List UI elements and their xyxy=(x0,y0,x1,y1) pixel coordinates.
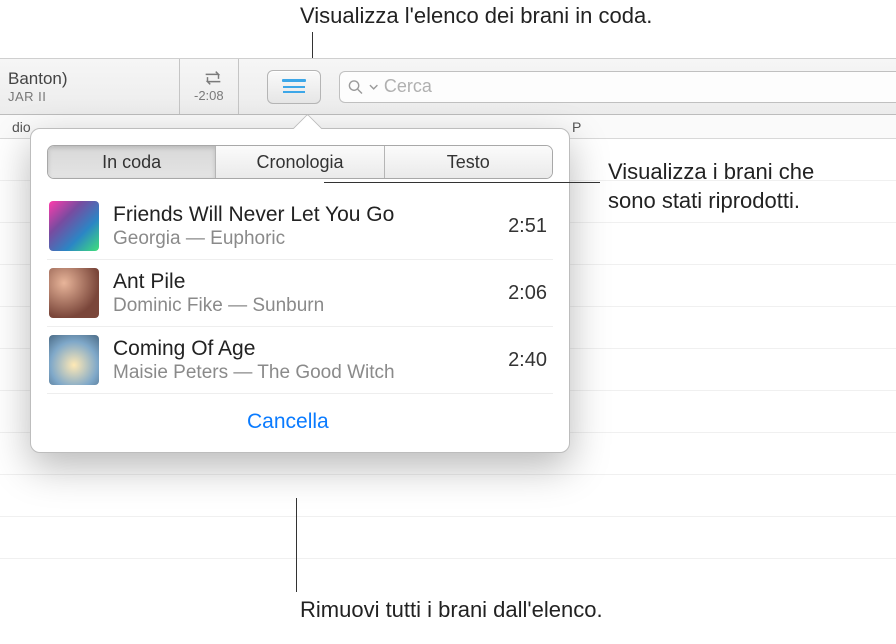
callout-leader xyxy=(324,182,600,183)
queue-item[interactable]: Friends Will Never Let You Go Georgia — … xyxy=(47,193,553,260)
queue-item[interactable]: Coming Of Age Maisie Peters — The Good W… xyxy=(47,327,553,394)
search-field-wrap[interactable] xyxy=(339,71,896,103)
track-subtitle: Maisie Peters — The Good Witch xyxy=(113,361,494,385)
search-input[interactable] xyxy=(384,76,888,97)
track-meta: Friends Will Never Let You Go Georgia — … xyxy=(113,202,494,251)
callout-line: sono stati riprodotti. xyxy=(608,187,896,216)
segmented-control: In coda Cronologia Testo xyxy=(47,145,553,179)
list-row xyxy=(0,475,896,517)
list-col: dio xyxy=(4,119,34,135)
callout-history: Visualizza i brani che sono stati riprod… xyxy=(608,158,896,215)
search-icon xyxy=(348,79,363,95)
track-title: Ant Pile xyxy=(113,269,494,294)
time-remaining: -2:08 xyxy=(194,88,224,103)
repeat-icon xyxy=(202,70,224,86)
track-duration: 2:06 xyxy=(508,282,551,305)
track-duration: 2:51 xyxy=(508,215,551,238)
track-title: Friends Will Never Let You Go xyxy=(113,202,494,227)
tab-queue[interactable]: In coda xyxy=(48,146,216,178)
clear-queue-link[interactable]: Cancella xyxy=(247,410,553,434)
album-art xyxy=(49,201,99,251)
now-playing-album: JAR II xyxy=(8,89,169,105)
tab-history[interactable]: Cronologia xyxy=(216,146,384,178)
tab-lyrics[interactable]: Testo xyxy=(385,146,552,178)
now-playing-track: Banton) xyxy=(8,68,169,89)
list-row xyxy=(0,517,896,559)
chevron-down-icon xyxy=(369,82,378,92)
now-playing[interactable]: Banton) JAR II xyxy=(0,59,180,114)
queue-list: Friends Will Never Let You Go Georgia — … xyxy=(47,193,553,394)
repeat-control[interactable]: -2:08 xyxy=(180,59,239,114)
track-subtitle: Dominic Fike — Sunburn xyxy=(113,294,494,318)
album-art xyxy=(49,268,99,318)
callout-line: Visualizza i brani che xyxy=(608,158,896,187)
track-meta: Coming Of Age Maisie Peters — The Good W… xyxy=(113,336,494,385)
queue-popover: In coda Cronologia Testo Friends Will Ne… xyxy=(30,128,570,453)
track-duration: 2:40 xyxy=(508,349,551,372)
track-meta: Ant Pile Dominic Fike — Sunburn xyxy=(113,269,494,318)
callout-leader xyxy=(296,498,297,592)
callout-clear: Rimuovi tutti i brani dall'elenco. xyxy=(300,596,603,625)
callout-queue: Visualizza l'elenco dei brani in coda. xyxy=(300,2,652,31)
toolbar: Banton) JAR II -2:08 xyxy=(0,58,896,115)
album-art xyxy=(49,335,99,385)
track-subtitle: Georgia — Euphoric xyxy=(113,227,494,251)
queue-list-icon xyxy=(281,78,307,96)
queue-item[interactable]: Ant Pile Dominic Fike — Sunburn 2:06 xyxy=(47,260,553,327)
track-title: Coming Of Age xyxy=(113,336,494,361)
queue-button[interactable] xyxy=(267,70,321,104)
